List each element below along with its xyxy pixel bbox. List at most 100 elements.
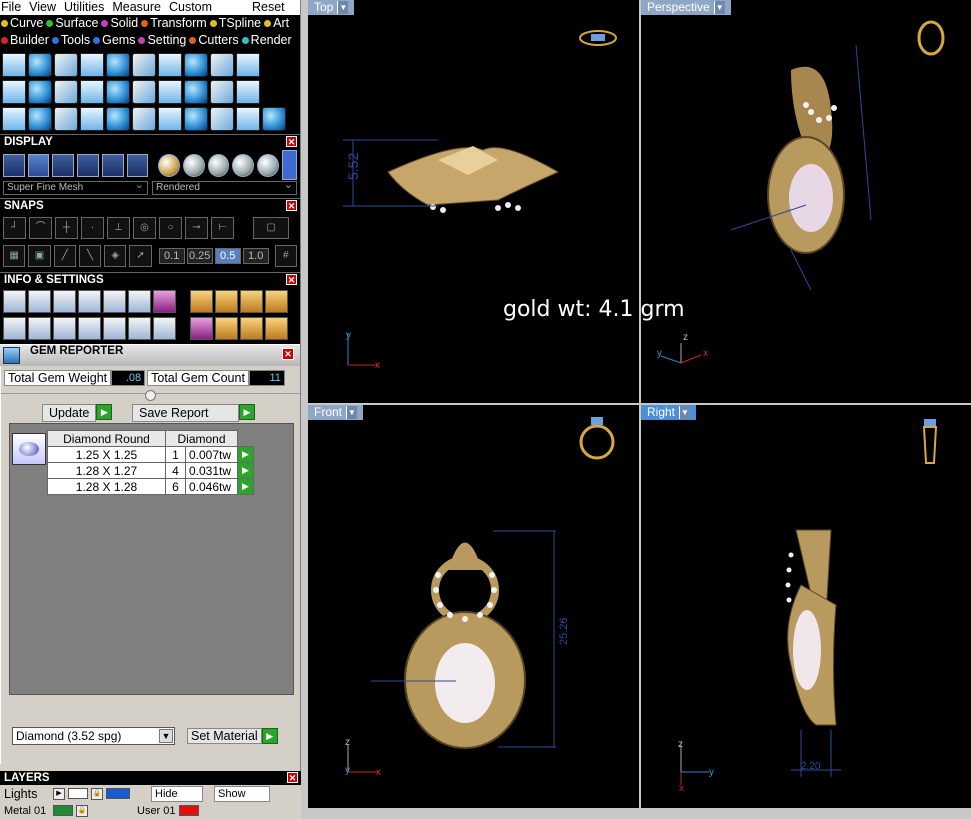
sheet-icon[interactable] bbox=[54, 79, 78, 104]
end-snap-icon[interactable]: ⊢ bbox=[211, 217, 234, 239]
chevron-down-icon[interactable]: ▼ bbox=[159, 729, 173, 743]
line-snap-icon[interactable]: ╲ bbox=[78, 245, 102, 267]
ribbon-tab-render[interactable]: Render bbox=[241, 33, 292, 47]
mid-snap-icon[interactable]: ⊸ bbox=[185, 217, 208, 239]
object-snap-icon[interactable]: ▣ bbox=[28, 245, 51, 267]
leaf-icon[interactable] bbox=[158, 52, 182, 77]
grid-toggle-icon[interactable]: # bbox=[274, 245, 297, 267]
table-row[interactable]: 1.28 X 1.27 4 0.031tw ▶ bbox=[47, 462, 254, 479]
light-icon[interactable] bbox=[27, 153, 50, 177]
ribbon-tab-surface[interactable]: Surface bbox=[46, 16, 98, 30]
cube-info-icon[interactable] bbox=[78, 290, 101, 313]
dark-sphere-icon[interactable] bbox=[207, 153, 230, 177]
diamond-icon[interactable] bbox=[28, 79, 52, 104]
shield-icon[interactable] bbox=[80, 79, 104, 104]
halo-icon[interactable] bbox=[184, 79, 208, 104]
split-icon[interactable] bbox=[210, 106, 234, 131]
expand-icon[interactable]: ▶ bbox=[53, 787, 65, 800]
grid-gem-icon[interactable] bbox=[210, 79, 234, 104]
cube-wire-icon[interactable] bbox=[53, 317, 76, 340]
row-play-icon[interactable]: ▶ bbox=[237, 446, 254, 463]
gloss-icon[interactable] bbox=[77, 153, 99, 177]
orbit-icon[interactable] bbox=[236, 79, 260, 104]
close-icon[interactable]: ✕ bbox=[286, 274, 297, 285]
update-button[interactable]: Update bbox=[42, 404, 97, 422]
info-section-header[interactable]: INFO & SETTINGS ✕ bbox=[0, 272, 300, 286]
move-gizmo-icon[interactable] bbox=[265, 317, 288, 340]
ring-icon[interactable] bbox=[262, 106, 286, 131]
snap-view-icon[interactable]: ▢ bbox=[253, 217, 289, 239]
menu-utilities[interactable]: Utilities bbox=[63, 0, 104, 14]
export-icon[interactable] bbox=[265, 290, 288, 313]
update-play-icon[interactable]: ▶ bbox=[96, 404, 113, 420]
snap-increment-button[interactable]: 0.5 bbox=[214, 248, 241, 264]
array-icon[interactable] bbox=[2, 106, 26, 131]
panel-splitter[interactable] bbox=[1, 390, 300, 401]
point-snap-icon[interactable]: · bbox=[81, 217, 104, 239]
viewport-perspective[interactable]: Perspective ▼ yzx bbox=[641, 0, 971, 403]
ribbon-tab-tspline[interactable]: TSpline bbox=[209, 16, 261, 30]
arc-icon[interactable] bbox=[28, 106, 52, 131]
viewport-right[interactable]: Right ▼ 2.20 zyx bbox=[641, 405, 971, 808]
align-icon[interactable] bbox=[132, 106, 156, 131]
scale-gizmo-icon[interactable] bbox=[215, 317, 238, 340]
camera-icon[interactable] bbox=[210, 52, 234, 77]
close-icon[interactable]: ✕ bbox=[286, 136, 297, 147]
hide-button[interactable]: Hide bbox=[151, 785, 203, 802]
inspect-icon[interactable] bbox=[28, 290, 51, 313]
gold-sphere-icon[interactable] bbox=[158, 153, 180, 177]
save-report-button[interactable]: Save Report bbox=[132, 404, 239, 422]
shaded-icon[interactable] bbox=[52, 153, 75, 177]
sun-icon[interactable] bbox=[236, 52, 260, 77]
grid-view-icon[interactable] bbox=[126, 153, 149, 177]
mesh-quality-select[interactable]: Super Fine Mesh bbox=[3, 179, 148, 195]
surface-icon[interactable] bbox=[2, 79, 26, 104]
close-icon[interactable]: ✕ bbox=[282, 348, 294, 360]
table-row[interactable]: 1.25 X 1.25 1 0.007tw ▶ bbox=[47, 446, 254, 463]
metal-color-swatch[interactable] bbox=[53, 805, 73, 816]
viewport-front[interactable]: Front ▼ 25.26 zyx bbox=[308, 405, 639, 808]
snap-increment-button[interactable]: 1.0 bbox=[242, 248, 269, 264]
snaps-section-header[interactable]: SNAPS ✕ bbox=[0, 198, 300, 212]
metal-layer-label[interactable]: Metal 01 bbox=[4, 805, 50, 817]
lock-icon[interactable]: 🔒 bbox=[76, 804, 88, 817]
clay-sphere-icon[interactable] bbox=[232, 153, 255, 177]
bezel-icon[interactable] bbox=[132, 79, 156, 104]
menu-measure[interactable]: Measure bbox=[111, 0, 161, 14]
center-snap-icon[interactable]: ◎ bbox=[133, 217, 156, 239]
menu-custom[interactable]: Custom bbox=[168, 0, 212, 14]
material-select[interactable]: Diamond (3.52 spg) ▼ bbox=[12, 727, 175, 745]
viewport-top[interactable]: Top ▼ 5.52 y x bbox=[308, 0, 639, 403]
ribbon-tab-tools[interactable]: Tools bbox=[51, 33, 90, 47]
table-row[interactable]: 1.28 X 1.28 6 0.046tw ▶ bbox=[47, 478, 254, 495]
document-icon[interactable] bbox=[103, 290, 126, 313]
display-section-header[interactable]: DISPLAY ✕ bbox=[0, 134, 300, 148]
save-play-icon[interactable]: ▶ bbox=[239, 404, 255, 420]
gear-icon[interactable] bbox=[184, 52, 208, 77]
cut-icon[interactable] bbox=[236, 106, 260, 131]
snap-increment-button[interactable]: 0.1 bbox=[158, 248, 185, 264]
link-icon[interactable] bbox=[184, 106, 208, 131]
close-icon[interactable]: ✕ bbox=[287, 772, 298, 783]
ribbon-tab-gems[interactable]: Gems bbox=[93, 33, 135, 47]
row-play-icon[interactable]: ▶ bbox=[237, 462, 254, 479]
curve-snap-icon[interactable]: ╱ bbox=[53, 245, 76, 267]
wireframe-icon[interactable] bbox=[3, 153, 25, 177]
lights-visibility-toggle[interactable] bbox=[106, 788, 130, 799]
ribbon-tab-art[interactable]: Art bbox=[264, 16, 289, 30]
brush-icon[interactable] bbox=[190, 290, 213, 313]
snap-increment-button[interactable]: 0.25 bbox=[186, 248, 213, 264]
notes-icon[interactable] bbox=[128, 290, 151, 313]
settings-icon[interactable] bbox=[3, 290, 26, 313]
user-color-swatch[interactable] bbox=[178, 805, 199, 816]
curve-icon[interactable] bbox=[28, 52, 52, 77]
lights-color-swatch[interactable] bbox=[68, 788, 88, 799]
points-icon[interactable] bbox=[128, 317, 151, 340]
render-mode-select[interactable]: Rendered bbox=[152, 179, 297, 195]
show-button[interactable]: Show bbox=[214, 785, 270, 802]
grid-snap-icon[interactable]: ▦ bbox=[3, 245, 26, 267]
arc-snap-icon[interactable]: ⌒ bbox=[29, 217, 52, 239]
menu-file[interactable]: File bbox=[0, 0, 21, 14]
row-play-icon[interactable]: ▶ bbox=[237, 478, 254, 495]
sprout-icon[interactable] bbox=[158, 106, 182, 131]
